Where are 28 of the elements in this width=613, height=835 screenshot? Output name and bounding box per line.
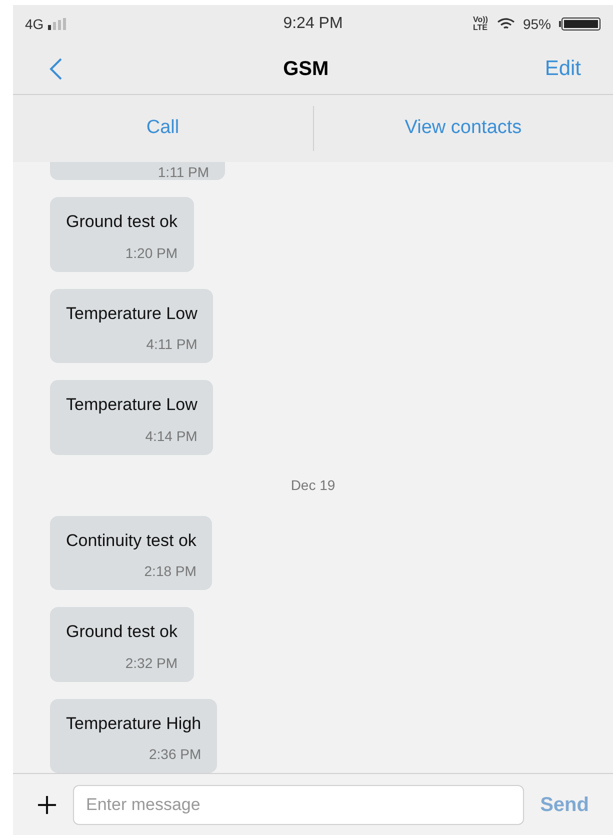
message-time: 2:36 PM [148,745,202,764]
conversation-title: GSM [282,56,330,82]
message-time: 2:18 PM [144,562,196,581]
battery-percent: 95% [522,14,551,34]
wifi-icon [496,18,515,30]
clock: 9:24 PM [283,14,343,34]
network-label: 4G [25,14,44,34]
message-text: Temperature Low [66,302,198,324]
action-link[interactable]: Call [146,106,180,151]
message-time: 2:32 PM [125,654,178,672]
message-time: 1:20 PM [125,244,178,262]
message-text: Temperature Low [66,394,198,416]
volte-label: Vo)) LTE [472,16,489,32]
message-text: Ground test ok [66,211,178,233]
edit-button[interactable]: Edit [544,52,581,84]
message-time: 1:11 PM [158,165,209,179]
message-text: Temperature High [66,712,202,734]
action-link[interactable]: View contacts [404,106,522,151]
message-time: 4:14 PM [145,426,198,446]
signal-icon [48,18,68,30]
message-text: Continuity test ok [66,530,196,552]
message-input[interactable]: Enter message [73,784,524,824]
date-separator: Dec 19 [290,476,336,494]
battery-icon [559,17,601,31]
message-time: 4:11 PM [146,335,198,354]
plus-icon[interactable] [37,794,57,814]
message-text: Ground test ok [66,621,178,643]
back-chevron-icon [49,56,63,80]
